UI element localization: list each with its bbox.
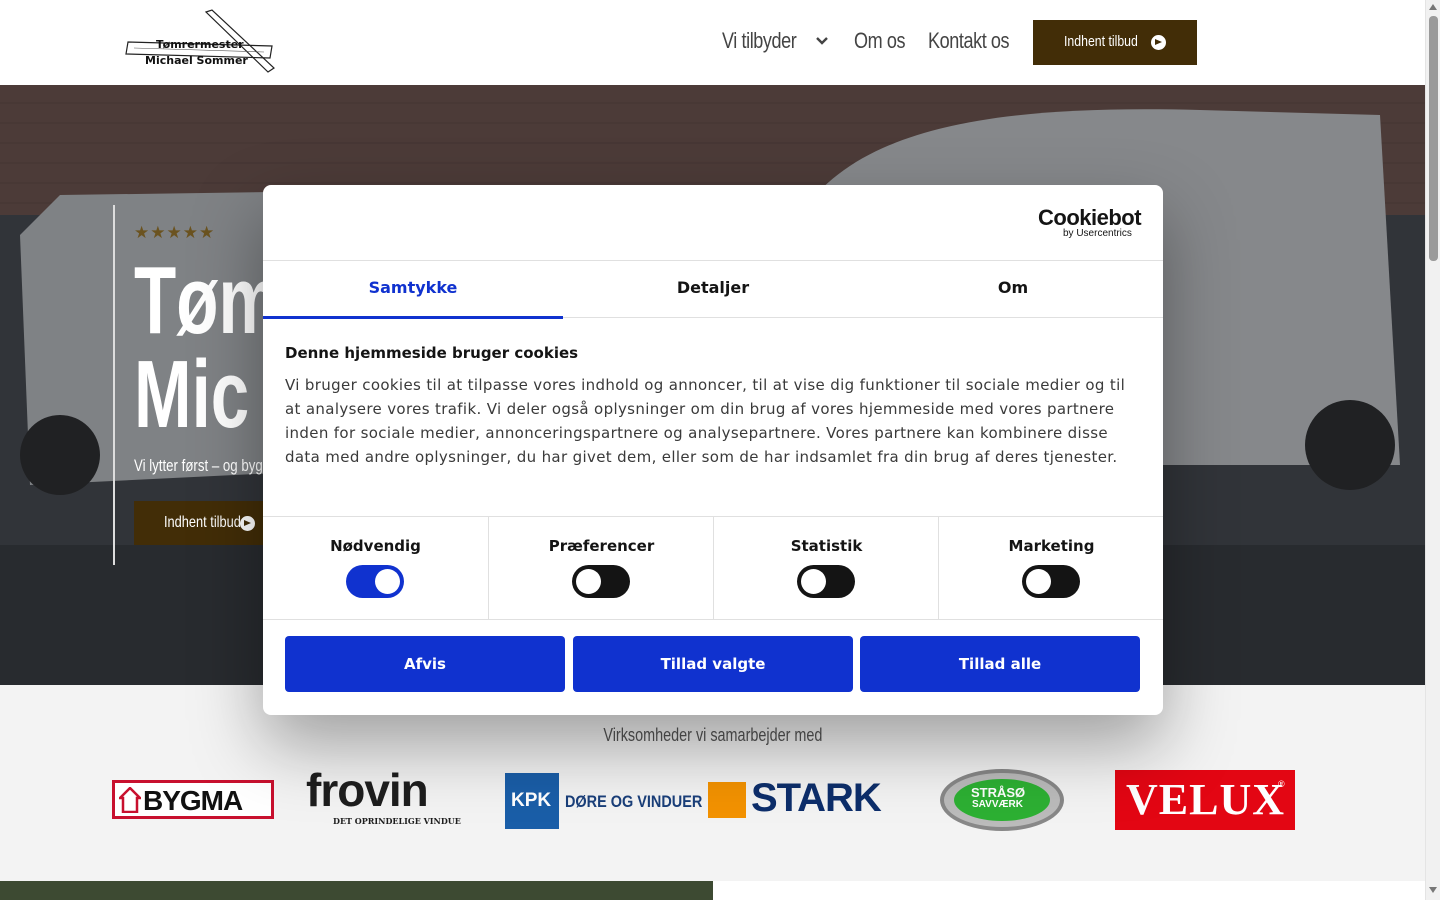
frovin-logo[interactable]: frovin DET OPRINDELIGE VINDUE <box>306 764 476 829</box>
registered-mark: ® <box>1278 779 1285 789</box>
chevron-down-icon[interactable] <box>815 36 829 46</box>
toggle-label-statistics: Statistik <box>790 537 863 555</box>
page-scrollbar[interactable] <box>1425 0 1440 900</box>
rating-stars-icon: ★★★★★ <box>134 223 216 243</box>
toggle-label-preferences: Præferencer <box>548 537 655 555</box>
toggle-marketing[interactable] <box>1022 565 1080 598</box>
toggle-label-necessary: Nødvendig <box>330 537 421 555</box>
tab-om[interactable]: Om <box>863 261 1163 318</box>
toggle-group-necessary: Nødvendig <box>263 517 488 620</box>
hero-divider <box>113 205 115 565</box>
velux-text: VELUX <box>1126 775 1286 824</box>
toggle-preferences[interactable] <box>572 565 630 598</box>
nav-vi-tilbyder[interactable]: Vi tilbyder <box>722 28 797 54</box>
hero-quote-label: Indhent tilbud <box>164 514 241 531</box>
allow-all-button[interactable]: Tillad alle <box>860 636 1140 692</box>
logo-line2: Michael Sommer <box>145 54 248 67</box>
toggle-necessary[interactable] <box>346 565 404 598</box>
frovin-subtext: DET OPRINDELIGE VINDUE <box>333 816 461 826</box>
stark-figure-icon <box>708 782 746 818</box>
next-section-image <box>0 881 713 900</box>
nav-kontakt-os[interactable]: Kontakt os <box>928 28 1010 54</box>
cookiebot-logo: Cookiebot by Usercentrics <box>1038 205 1143 239</box>
site-header: Tømrermester Michael Sommer Vi tilbyder … <box>0 0 1425 85</box>
cookie-body-text: Vi bruger cookies til at tilpasse vores … <box>285 376 1126 466</box>
toggle-statistics[interactable] <box>797 565 855 598</box>
straso-text: STRÅSØ <box>971 785 1026 800</box>
bygma-text: BYGMA <box>143 785 243 816</box>
hero-title-line2: Mic <box>134 341 250 448</box>
scroll-thumb[interactable] <box>1429 16 1438 261</box>
arrow-circle-icon <box>240 516 255 531</box>
toggle-knob <box>576 569 601 594</box>
toggle-label-marketing: Marketing <box>1008 537 1095 555</box>
header-quote-label: Indhent tilbud <box>1064 33 1138 50</box>
hero-title-line1: Tøm <box>134 247 280 354</box>
velux-logo[interactable]: VELUX ® <box>1115 770 1295 830</box>
consent-tabs: Samtykke Detaljer Om <box>263 260 1163 319</box>
tab-samtykke[interactable]: Samtykke <box>263 261 563 319</box>
header-quote-button[interactable]: Indhent tilbud <box>1033 20 1197 65</box>
straso-subtext: SAVVÆRK <box>972 799 1023 810</box>
site-logo[interactable]: Tømrermester Michael Sommer <box>124 8 276 74</box>
partners-title: Virksomheder vi samarbejder med <box>602 725 823 745</box>
house-icon <box>119 787 141 813</box>
consent-toggles: Nødvendig Præferencer Statistik Marketin… <box>263 516 1163 620</box>
cookiebot-subbrand: by Usercentrics <box>1063 228 1132 239</box>
stark-logo[interactable]: STARK <box>708 776 888 820</box>
kpk-box: KPK <box>505 773 559 829</box>
decline-button[interactable]: Afvis <box>285 636 565 692</box>
stark-text: STARK <box>751 776 882 820</box>
straso-logo[interactable]: STRÅSØ SAVVÆRK <box>940 769 1064 831</box>
hero-subtitle: Vi lytter først – og bygg <box>134 456 271 475</box>
cookie-consent-dialog: Cookiebot by Usercentrics Samtykke Detal… <box>263 185 1163 715</box>
toggle-group-preferences: Præferencer <box>488 517 713 620</box>
nav-om-os[interactable]: Om os <box>854 28 905 54</box>
kpk-subtext: DØRE OG VINDUER <box>565 792 703 811</box>
logo-line1: Tømrermester <box>156 38 244 51</box>
frovin-text: frovin <box>306 764 429 816</box>
allow-selected-button[interactable]: Tillad valgte <box>573 636 853 692</box>
scroll-down-icon[interactable] <box>1429 887 1437 893</box>
next-section-panel <box>713 881 1425 900</box>
bygma-logo[interactable]: BYGMA <box>112 780 274 819</box>
scroll-up-icon[interactable] <box>1429 4 1437 10</box>
tab-detaljer[interactable]: Detaljer <box>563 261 863 318</box>
kpk-logo[interactable]: KPK DØRE OG VINDUER <box>505 773 702 829</box>
arrow-circle-icon <box>1151 35 1166 50</box>
toggle-knob <box>1026 569 1051 594</box>
toggle-group-marketing: Marketing <box>938 517 1163 620</box>
hero-quote-button[interactable]: Indhent tilbud <box>134 501 284 545</box>
cookie-title: Denne hjemmeside bruger cookies <box>285 344 579 362</box>
toggle-knob <box>375 569 400 594</box>
toggle-knob <box>801 569 826 594</box>
toggle-group-statistics: Statistik <box>713 517 938 620</box>
